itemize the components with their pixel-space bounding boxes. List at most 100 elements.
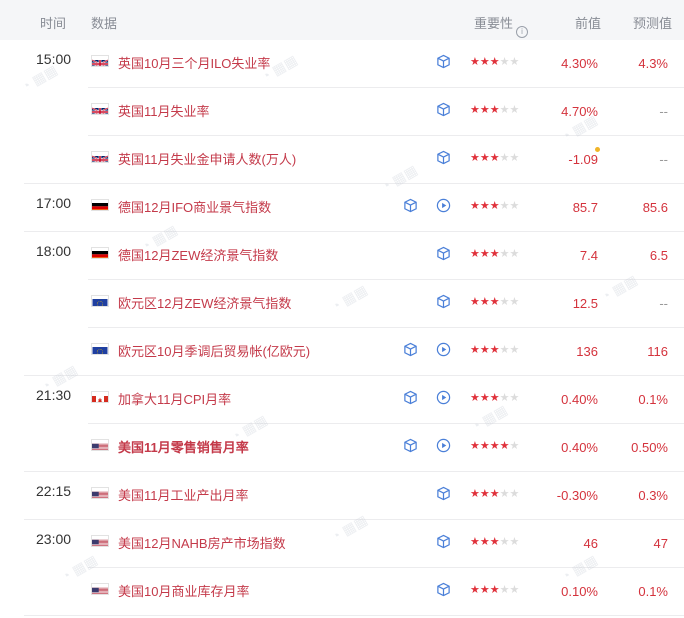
- star-icon: ★: [499, 536, 510, 548]
- cube-icon[interactable]: [436, 534, 451, 549]
- cube-icon[interactable]: [436, 486, 451, 501]
- revision-dot: [595, 147, 600, 152]
- importance-stars: ★★★★★: [470, 440, 519, 452]
- table-row[interactable]: 美国10月商业库存月率 ★★★★★ 0.10% 0.1%: [0, 568, 684, 616]
- star-icon: ★: [499, 152, 510, 164]
- event-name[interactable]: 美国10月商业库存月率: [118, 581, 249, 600]
- play-icon[interactable]: [436, 198, 451, 213]
- table-row[interactable]: 17:00 德国12月IFO商业景气指数 ★★★★★ 85.7 85.6: [0, 184, 684, 232]
- table-row[interactable]: 美国11月零售销售月率 ★★★★★ 0.40% 0.50%: [0, 424, 684, 472]
- star-icon: ★: [499, 248, 510, 260]
- star-icon: ★: [489, 56, 500, 68]
- event-name[interactable]: 德国12月IFO商业景气指数: [118, 197, 271, 216]
- cube-icon[interactable]: [436, 582, 451, 597]
- play-icon[interactable]: [436, 342, 451, 357]
- flag-us-icon: [91, 439, 109, 451]
- event-name[interactable]: 加拿大11月CPI月率: [118, 389, 231, 408]
- star-icon: ★: [509, 488, 520, 500]
- star-icon: ★: [489, 392, 500, 404]
- table-row[interactable]: 英国11月失业率 ★★★★★ 4.70% --: [0, 88, 684, 136]
- flag-eu-icon: [91, 343, 109, 355]
- star-icon: ★: [489, 296, 500, 308]
- cube-icon[interactable]: [403, 342, 418, 357]
- star-icon: ★: [479, 296, 490, 308]
- star-icon: ★: [509, 344, 520, 356]
- cube-icon[interactable]: [436, 294, 451, 309]
- flag-uk-icon: [91, 55, 109, 67]
- star-icon: ★: [470, 56, 480, 68]
- event-name[interactable]: 欧元区10月季调后贸易帐(亿欧元): [118, 341, 310, 360]
- cube-icon[interactable]: [436, 246, 451, 261]
- flag-ca-icon: [91, 391, 109, 403]
- table-row[interactable]: 欧元区10月季调后贸易帐(亿欧元) ★★★★★ 136 116: [0, 328, 684, 376]
- flag-us-icon: [91, 487, 109, 499]
- star-icon: ★: [509, 152, 520, 164]
- star-icon: ★: [479, 200, 490, 212]
- header-data: 数据: [91, 16, 118, 31]
- table-row[interactable]: 英国11月失业金申请人数(万人) ★★★★★ -1.09 --: [0, 136, 684, 184]
- flag-uk-icon: [91, 151, 109, 163]
- importance-stars: ★★★★★: [470, 248, 519, 260]
- importance-stars: ★★★★★: [470, 296, 519, 308]
- row-divider: [24, 615, 684, 616]
- event-time: 22:15: [36, 483, 72, 499]
- star-icon: ★: [479, 488, 490, 500]
- cube-icon[interactable]: [436, 54, 451, 69]
- event-name[interactable]: 美国12月NAHB房产市场指数: [118, 533, 286, 552]
- event-name[interactable]: 英国11月失业金申请人数(万人): [118, 149, 296, 168]
- play-icon[interactable]: [436, 390, 451, 405]
- event-time: 17:00: [36, 195, 72, 211]
- star-icon: ★: [470, 104, 480, 116]
- forecast-value: 0.3%: [638, 488, 668, 503]
- event-time: 15:00: [36, 51, 72, 67]
- table-row[interactable]: 22:15 美国11月工业产出月率 ★★★★★ -0.30% 0.3%: [0, 472, 684, 520]
- importance-stars: ★★★★★: [470, 344, 519, 356]
- star-icon: ★: [470, 488, 480, 500]
- table-row[interactable]: 21:30 加拿大11月CPI月率 ★★★★★ 0.40% 0.1%: [0, 376, 684, 424]
- event-name[interactable]: 英国11月失业率: [118, 101, 210, 120]
- table-row[interactable]: 15:00 英国10月三个月ILO失业率 ★★★★★ 4.30% 4.3%: [0, 40, 684, 88]
- star-icon: ★: [479, 344, 490, 356]
- cube-icon[interactable]: [403, 438, 418, 453]
- event-name[interactable]: 英国10月三个月ILO失业率: [118, 53, 270, 72]
- star-icon: ★: [499, 56, 510, 68]
- star-icon: ★: [509, 56, 520, 68]
- event-name[interactable]: 德国12月ZEW经济景气指数: [118, 245, 278, 264]
- play-icon[interactable]: [436, 438, 451, 453]
- header-previous: 前值: [575, 16, 602, 31]
- table-row[interactable]: 欧元区12月ZEW经济景气指数 ★★★★★ 12.5 --: [0, 280, 684, 328]
- importance-stars: ★★★★★: [470, 488, 519, 500]
- previous-value: 7.4: [579, 248, 598, 263]
- importance-stars: ★★★★★: [470, 536, 519, 548]
- event-time: 21:30: [36, 387, 72, 403]
- cube-icon[interactable]: [436, 150, 451, 165]
- forecast-value: --: [659, 104, 668, 119]
- cube-icon[interactable]: [403, 198, 418, 213]
- table-row[interactable]: 18:00 德国12月ZEW经济景气指数 ★★★★★ 7.4 6.5: [0, 232, 684, 280]
- info-icon[interactable]: i: [516, 26, 529, 38]
- forecast-value: 6.5: [649, 248, 668, 263]
- star-icon: ★: [479, 536, 490, 548]
- flag-eu-icon: [91, 295, 109, 307]
- importance-stars: ★★★★★: [470, 104, 519, 116]
- event-name[interactable]: 美国11月零售销售月率: [118, 437, 249, 456]
- star-icon: ★: [489, 488, 500, 500]
- cube-icon[interactable]: [436, 102, 451, 117]
- cube-icon[interactable]: [403, 390, 418, 405]
- importance-stars: ★★★★★: [470, 392, 519, 404]
- star-icon: ★: [479, 392, 490, 404]
- flag-us-icon: [91, 535, 109, 547]
- star-icon: ★: [470, 584, 480, 596]
- flag-de-icon: [91, 199, 109, 211]
- previous-value: 4.30%: [561, 56, 598, 71]
- table-row[interactable]: 23:00 美国12月NAHB房产市场指数 ★★★★★ 46 47: [0, 520, 684, 568]
- event-name[interactable]: 美国11月工业产出月率: [118, 485, 249, 504]
- forecast-value: --: [659, 296, 668, 311]
- forecast-value: 0.50%: [631, 440, 668, 455]
- event-name[interactable]: 欧元区12月ZEW经济景气指数: [118, 293, 291, 312]
- forecast-value: 0.1%: [638, 392, 668, 407]
- importance-stars: ★★★★★: [470, 56, 519, 68]
- previous-value: 0.40%: [561, 392, 598, 407]
- flag-uk-icon: [91, 103, 109, 115]
- header-importance: 重要性 i: [474, 13, 529, 38]
